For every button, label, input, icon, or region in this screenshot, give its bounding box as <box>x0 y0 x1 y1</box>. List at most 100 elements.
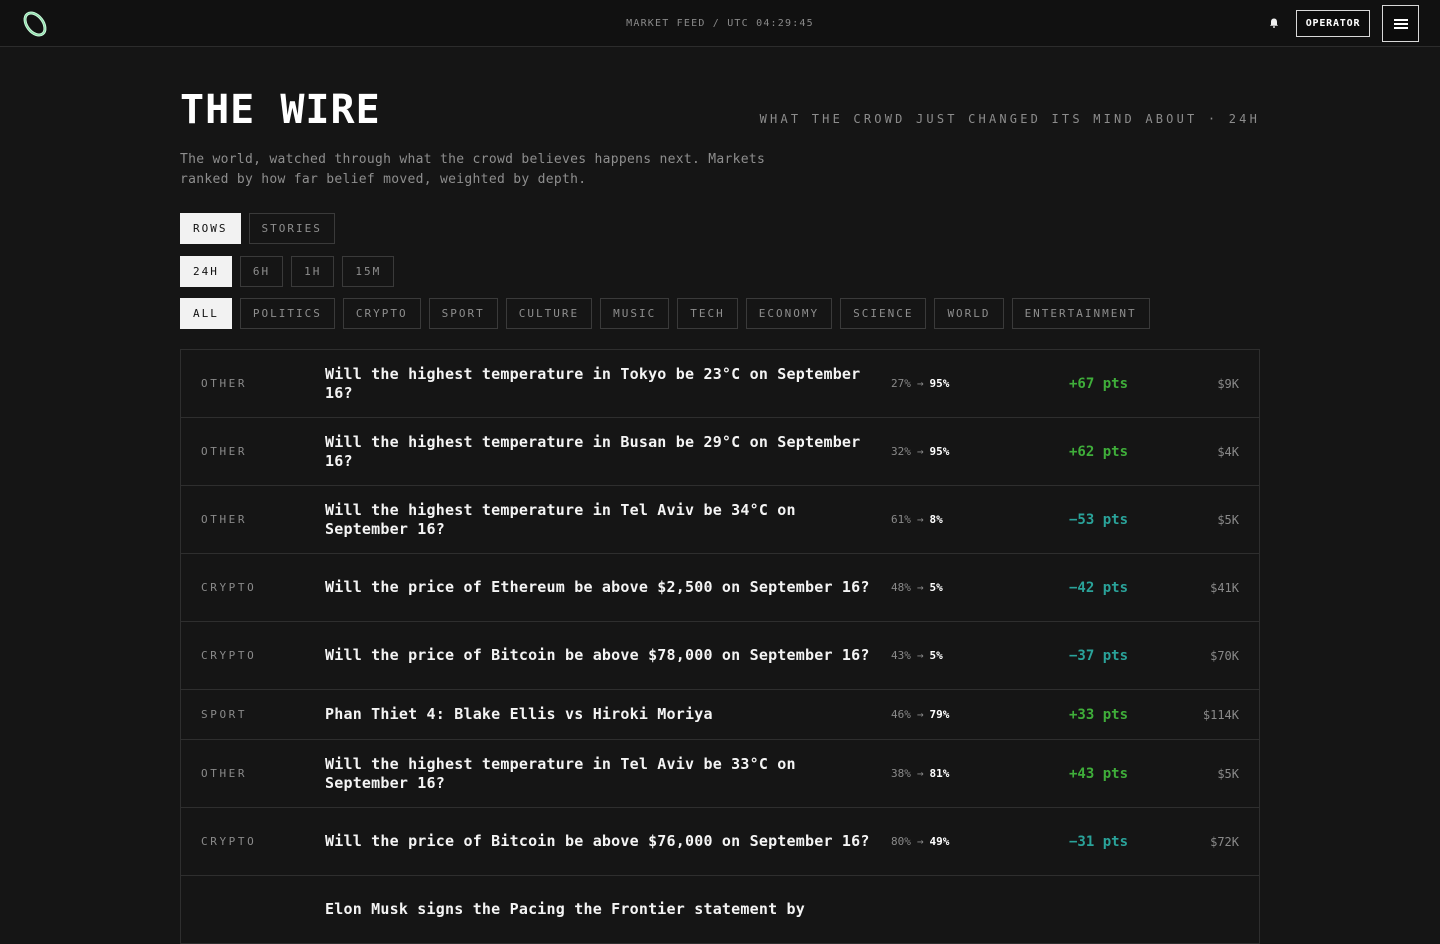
market-volume: $70K <box>1210 648 1239 663</box>
probability-change: 48% → 5% <box>891 554 943 621</box>
market-category: OTHER <box>201 767 248 780</box>
market-question[interactable]: Will the highest temperature in Busan be… <box>325 418 875 485</box>
market-volume: $9K <box>1217 376 1239 391</box>
arrow-right-icon: → <box>916 767 924 780</box>
market-volume: $114K <box>1202 707 1239 722</box>
market-row[interactable]: CRYPTO Will the price of Ethereum be abov… <box>181 554 1259 622</box>
category-tab-tech[interactable]: TECH <box>677 298 738 329</box>
hamburger-menu-icon <box>1393 18 1408 29</box>
market-table: OTHER Will the highest temperature in Tok… <box>180 349 1260 944</box>
category-tab-all[interactable]: ALL <box>180 298 232 329</box>
view-tab-rows[interactable]: ROWS <box>180 213 241 244</box>
delta-points: −42 pts <box>1069 579 1129 596</box>
delta-points: −31 pts <box>1069 833 1129 850</box>
category-tab-sport[interactable]: SPORT <box>428 298 498 329</box>
probability-to: 95% <box>929 377 950 390</box>
market-row[interactable]: SPORT Phan Thiet 4: Blake Ellis vs Hiroki… <box>181 690 1259 740</box>
delta-points: +43 pts <box>1069 765 1129 782</box>
market-question[interactable]: Will the highest temperature in Tel Aviv… <box>325 740 875 807</box>
market-category: CRYPTO <box>201 649 257 662</box>
view-tab-stories[interactable]: STORIES <box>248 213 335 244</box>
market-category: CRYPTO <box>201 581 257 594</box>
market-question[interactable]: Will the price of Bitcoin be above $78,0… <box>325 622 875 689</box>
probability-change: 27% → 95% <box>891 350 949 417</box>
arrow-right-icon: → <box>916 708 924 721</box>
market-question[interactable]: Will the price of Ethereum be above $2,5… <box>325 554 875 621</box>
market-category: OTHER <box>201 445 248 458</box>
probability-to: 81% <box>929 767 950 780</box>
probability-from: 80% <box>891 835 911 848</box>
probability-to: 95% <box>929 445 950 458</box>
probability-change: 43% → 5% <box>891 622 943 689</box>
category-tab-music[interactable]: MUSIC <box>600 298 670 329</box>
market-row[interactable]: OTHER Will the highest temperature in Tok… <box>181 350 1259 418</box>
market-question[interactable]: Will the highest temperature in Tel Aviv… <box>325 486 875 553</box>
probability-from: 46% <box>891 708 911 721</box>
market-volume: $5K <box>1217 512 1239 527</box>
market-row[interactable]: CRYPTO Will the price of Bitcoin be above… <box>181 622 1259 690</box>
arrow-right-icon: → <box>916 581 924 594</box>
time-tab-15m[interactable]: 15M <box>342 256 395 287</box>
market-volume: $72K <box>1210 834 1239 849</box>
probability-change: 46% → 79% <box>891 690 949 739</box>
probability-change: 80% → 49% <box>891 808 949 875</box>
probability-from: 43% <box>891 649 911 662</box>
arrow-right-icon: → <box>916 649 924 662</box>
market-volume: $5K <box>1217 766 1239 781</box>
category-tab-politics[interactable]: POLITICS <box>239 298 335 329</box>
time-tab-6h[interactable]: 6H <box>239 256 284 287</box>
market-volume: $4K <box>1217 444 1239 459</box>
description-line: The world, watched through what the crow… <box>180 152 766 167</box>
market-category: OTHER <box>201 513 248 526</box>
description-line: ranked by how far belief moved, weighted… <box>180 172 587 187</box>
market-question[interactable]: Will the price of Bitcoin be above $76,0… <box>325 808 875 875</box>
probability-change: 38% → 81% <box>891 740 949 807</box>
arrow-right-icon: → <box>916 513 924 526</box>
market-question[interactable]: Elon Musk signs the Pacing the Frontier … <box>325 876 875 943</box>
probability-from: 27% <box>891 377 911 390</box>
time-tab-24h[interactable]: 24H <box>180 256 232 287</box>
probability-to: 5% <box>929 649 943 662</box>
arrow-right-icon: → <box>916 377 924 390</box>
operator-button[interactable]: OPERATOR <box>1296 10 1370 37</box>
probability-to: 79% <box>929 708 950 721</box>
page-description: The world, watched through what the crow… <box>180 150 800 190</box>
category-tab-science[interactable]: SCIENCE <box>840 298 927 329</box>
probability-from: 48% <box>891 581 911 594</box>
category-tab-culture[interactable]: CULTURE <box>505 298 593 329</box>
delta-points: +62 pts <box>1069 443 1129 460</box>
probability-change: 32% → 95% <box>891 418 949 485</box>
category-tab-economy[interactable]: ECONOMY <box>745 298 833 329</box>
delta-points: −53 pts <box>1069 511 1129 528</box>
probability-from: 61% <box>891 513 911 526</box>
category-tab-world[interactable]: WORLD <box>934 298 1004 329</box>
view-toggle: ROWS STORIES <box>180 213 335 244</box>
bell-icon[interactable] <box>1268 17 1280 29</box>
menu-button[interactable] <box>1382 5 1419 42</box>
market-row[interactable]: OTHER Will the highest temperature in Bus… <box>181 418 1259 486</box>
probability-change: 61% → 8% <box>891 486 943 553</box>
category-tab-entertainment[interactable]: ENTERTAINMENT <box>1011 298 1150 329</box>
top-bar: MARKET FEED / UTC 04:29:45 OPERATOR <box>0 0 1440 47</box>
market-category: OTHER <box>201 377 248 390</box>
market-question[interactable]: Will the highest temperature in Tokyo be… <box>325 350 875 417</box>
time-tab-1h[interactable]: 1H <box>291 256 335 287</box>
market-row[interactable]: OTHER Will the highest temperature in Tel… <box>181 486 1259 554</box>
market-category: SPORT <box>201 708 248 721</box>
market-row[interactable]: CRYPTO Will the price of Bitcoin be above… <box>181 808 1259 876</box>
market-volume: $41K <box>1210 580 1239 595</box>
page-title: THE WIRE <box>180 87 381 133</box>
market-question[interactable]: Phan Thiet 4: Blake Ellis vs Hiroki Mori… <box>325 690 875 739</box>
probability-from: 32% <box>891 445 911 458</box>
market-row[interactable]: Elon Musk signs the Pacing the Frontier … <box>181 876 1259 944</box>
category-tab-crypto[interactable]: CRYPTO <box>342 298 421 329</box>
market-row[interactable]: OTHER Will the highest temperature in Tel… <box>181 740 1259 808</box>
probability-from: 38% <box>891 767 911 780</box>
page-tagline: WHAT THE CROWD JUST CHANGED ITS MIND ABO… <box>759 112 1260 126</box>
market-category: CRYPTO <box>201 835 257 848</box>
probability-to: 49% <box>929 835 950 848</box>
delta-points: −37 pts <box>1069 647 1129 664</box>
delta-points: +67 pts <box>1069 375 1129 392</box>
time-window-tabs: 24H 6H 1H 15M <box>180 256 395 287</box>
market-feed-clock: MARKET FEED / UTC 04:29:45 <box>626 18 814 29</box>
